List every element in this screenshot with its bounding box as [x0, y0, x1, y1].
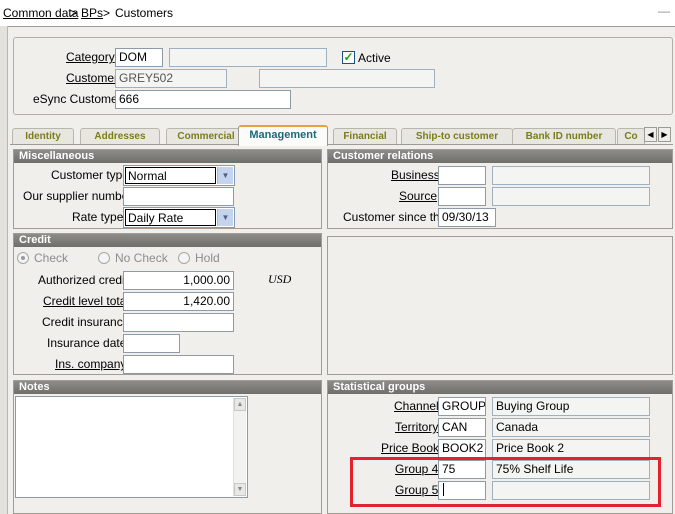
channel-description: Buying Group: [492, 397, 650, 416]
breadcrumb-bps[interactable]: BPs: [81, 6, 103, 20]
price-book-label[interactable]: Price Book: [381, 441, 439, 455]
radio-hold-label: Hold: [195, 251, 220, 265]
price-book-code-field[interactable]: BOOK2: [438, 439, 486, 458]
currency-label: USD: [268, 272, 292, 286]
customer-type-value: Normal: [125, 167, 216, 184]
esync-customer-label: eSync Customer: [33, 92, 122, 106]
left-splitter[interactable]: [0, 26, 8, 514]
minus-icon[interactable]: —: [656, 4, 672, 20]
credit-level-field[interactable]: 1,420.00: [123, 292, 234, 311]
radio-check-label: Check: [34, 251, 69, 265]
territory-code-field[interactable]: CAN: [438, 418, 486, 437]
highlight-box: [350, 457, 661, 507]
active-label: Active: [358, 51, 391, 65]
breadcrumb-separator: >: [103, 6, 111, 20]
channel-code-field[interactable]: GROUP: [438, 397, 486, 416]
ins-company-field[interactable]: [123, 355, 234, 374]
tab-management[interactable]: Management: [238, 125, 328, 146]
tab-addresses[interactable]: Addresses: [80, 128, 160, 145]
chevron-left-icon[interactable]: ◀: [644, 127, 657, 142]
credit-level-label[interactable]: Credit level total: [43, 294, 129, 308]
territory-description: Canada: [492, 418, 650, 437]
scroll-down-icon[interactable]: ▼: [234, 483, 246, 496]
business-description: [492, 166, 650, 185]
chevron-down-icon[interactable]: ▼: [217, 209, 233, 226]
radio-no-check-label: No Check: [115, 251, 168, 265]
tab-ship-to-customer[interactable]: Ship-to customer: [401, 128, 513, 145]
supplier-number-field[interactable]: [123, 187, 234, 206]
chevron-down-icon[interactable]: ▼: [217, 167, 233, 184]
tab-commercial[interactable]: Commercial: [166, 128, 246, 145]
tab-divider: [10, 144, 673, 145]
customer-since-label: Customer since the: [343, 210, 447, 224]
tab-bank-id-number[interactable]: Bank ID number: [512, 128, 616, 145]
credit-insurance-label: Credit insurance: [42, 315, 130, 329]
credit-title: Credit: [14, 234, 321, 247]
category-field[interactable]: DOM: [115, 48, 163, 67]
scroll-up-icon[interactable]: ▲: [234, 398, 246, 411]
category-description: [169, 48, 327, 67]
radio-no-check[interactable]: [98, 252, 110, 264]
tab-strip: Identity Addresses Commercial Management…: [10, 125, 673, 146]
insurance-date-field[interactable]: [123, 334, 180, 353]
customer-since-field[interactable]: 09/30/13: [438, 208, 496, 227]
esync-customer-field[interactable]: 666: [115, 90, 291, 109]
notes-scrollbar[interactable]: ▲ ▼: [233, 398, 246, 496]
active-checkbox[interactable]: ✓: [342, 51, 355, 64]
customer-type-select[interactable]: Normal ▼: [123, 165, 235, 186]
source-label[interactable]: Source: [399, 189, 437, 203]
customer-relations-title: Customer relations: [328, 150, 672, 163]
customer-type-label: Customer type: [51, 168, 130, 182]
credit-insurance-field[interactable]: [123, 313, 234, 332]
customer-field[interactable]: GREY502: [115, 69, 227, 88]
source-field[interactable]: [438, 187, 486, 206]
statistical-groups-title: Statistical groups: [328, 381, 672, 394]
checkmark-icon: ✓: [343, 50, 354, 64]
authorized-credit-field[interactable]: 1,000.00: [123, 271, 234, 290]
notes-textarea[interactable]: ▲ ▼: [15, 396, 248, 498]
miscellaneous-title: Miscellaneous: [14, 150, 321, 163]
insurance-date-label: Insurance date: [47, 336, 127, 350]
rate-type-value: Daily Rate: [125, 209, 216, 226]
authorized-credit-label: Authorized credit: [38, 273, 129, 287]
breadcrumb-customers: Customers: [115, 6, 174, 20]
tab-more[interactable]: Co: [617, 128, 645, 145]
tab-financial[interactable]: Financial: [333, 128, 397, 145]
price-book-description: Price Book 2: [492, 439, 650, 458]
radio-check[interactable]: [17, 252, 29, 264]
channel-label[interactable]: Channel: [394, 399, 439, 413]
business-label[interactable]: Business: [391, 168, 440, 182]
notes-title: Notes: [14, 381, 321, 394]
ins-company-label[interactable]: Ins. company: [55, 357, 126, 371]
source-description: [492, 187, 650, 206]
business-field[interactable]: [438, 166, 486, 185]
rate-type-select[interactable]: Daily Rate ▼: [123, 207, 235, 228]
customer-description: [259, 69, 435, 88]
empty-panel: [327, 236, 673, 375]
supplier-number-label: Our supplier number: [23, 189, 133, 203]
radio-hold[interactable]: [178, 252, 190, 264]
rate-type-label: Rate type: [72, 210, 124, 224]
customer-label[interactable]: Customer: [66, 71, 118, 85]
territory-label[interactable]: Territory: [395, 420, 438, 434]
breadcrumb-separator: >: [70, 6, 78, 20]
chevron-right-icon[interactable]: ▶: [658, 127, 671, 142]
breadcrumb-bar: Common data > BPs > Customers —: [0, 0, 675, 26]
tab-identity[interactable]: Identity: [12, 128, 74, 145]
breadcrumb-common-data[interactable]: Common data: [3, 6, 78, 20]
category-label[interactable]: Category: [66, 50, 115, 64]
